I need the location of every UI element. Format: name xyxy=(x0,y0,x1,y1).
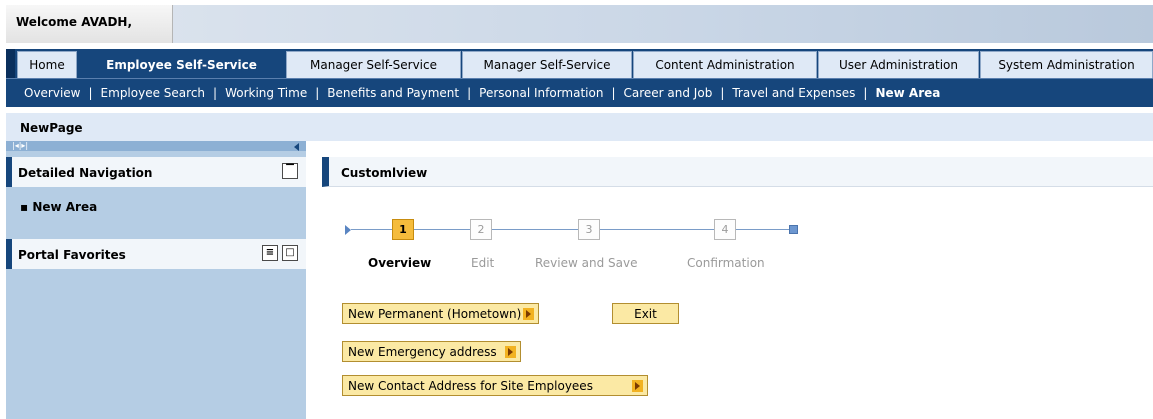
new-emergency-address-button[interactable]: New Emergency address xyxy=(342,341,521,362)
subnav-separator: | xyxy=(315,86,320,100)
tab-user-administration[interactable]: User Administration xyxy=(818,51,979,78)
subnav-personal-information[interactable]: Personal Information xyxy=(479,86,603,100)
subnav-working-time[interactable]: Working Time xyxy=(225,86,307,100)
subnav-overview[interactable]: Overview xyxy=(24,86,81,100)
roadmap-step-3[interactable]: 3 xyxy=(578,219,600,240)
tab-system-administration[interactable]: System Administration xyxy=(980,51,1153,78)
subnav-separator: | xyxy=(720,86,725,100)
exit-button[interactable]: Exit xyxy=(612,303,679,324)
subnav-employee-search[interactable]: Employee Search xyxy=(101,86,205,100)
top-level-navigation: Home Employee Self-Service Manager Self-… xyxy=(6,49,1153,78)
roadmap-step-1[interactable]: 1 xyxy=(392,219,414,240)
arrow-right-icon xyxy=(505,346,516,358)
arrow-right-icon xyxy=(523,308,534,320)
subnav-separator: | xyxy=(88,86,93,100)
roadmap-end-icon xyxy=(789,225,798,234)
subnav-benefits-and-payment[interactable]: Benefits and Payment xyxy=(327,86,459,100)
welcome-message: Welcome AVADH, xyxy=(6,5,173,43)
collapse-panel-icon[interactable] xyxy=(294,143,299,151)
subnav-separator: | xyxy=(213,86,218,100)
tab-employee-self-service[interactable]: Employee Self-Service xyxy=(78,51,285,78)
portal-favorites-header: Portal Favorites ≡ □ xyxy=(6,239,306,269)
panel-pager[interactable]: |◂|▸| xyxy=(6,141,306,151)
options-menu-icon[interactable]: ≡ xyxy=(262,245,278,261)
subnav-travel-and-expenses[interactable]: Travel and Expenses xyxy=(732,86,855,100)
content-area-header: Customlview xyxy=(322,157,1153,187)
roadmap-label-edit[interactable]: Edit xyxy=(471,256,494,270)
subnav-separator: | xyxy=(611,86,616,100)
minimize-icon[interactable]: ▔ xyxy=(282,163,298,179)
page-title: NewPage xyxy=(6,113,1153,141)
detailed-navigation-item: ▪ New Area xyxy=(6,188,306,232)
subnav-separator: | xyxy=(863,86,868,100)
detailed-navigation-title: Detailed Navigation xyxy=(18,166,153,180)
roadmap-start-icon xyxy=(345,225,351,235)
roadmap-step-4[interactable]: 4 xyxy=(714,219,736,240)
tab-content-administration[interactable]: Content Administration xyxy=(633,51,817,78)
detailed-navigation-header: Detailed Navigation ▔ xyxy=(6,157,306,187)
arrow-right-icon xyxy=(632,380,643,392)
tab-manager-self-service-2[interactable]: Manager Self-Service xyxy=(462,51,632,78)
roadmap-label-overview[interactable]: Overview xyxy=(368,256,431,270)
new-contact-address-button[interactable]: New Contact Address for Site Employees xyxy=(342,375,648,396)
welcome-bar: Welcome AVADH, xyxy=(6,5,1153,43)
tab-home[interactable]: Home xyxy=(17,51,77,78)
subnav-separator: | xyxy=(467,86,472,100)
nav-item-new-area[interactable]: ▪ New Area xyxy=(20,200,97,214)
portal-favorites-title: Portal Favorites xyxy=(18,248,126,262)
roadmap-label-review-and-save[interactable]: Review and Save xyxy=(535,256,637,270)
second-level-navigation: Overview | Employee Search | Working Tim… xyxy=(6,78,1153,107)
roadmap-step-2[interactable]: 2 xyxy=(470,219,492,240)
roadmap-label-confirmation[interactable]: Confirmation xyxy=(687,256,765,270)
view-title: Customlview xyxy=(341,166,428,180)
maximize-icon[interactable]: □ xyxy=(282,245,298,261)
subnav-new-area[interactable]: New Area xyxy=(875,86,940,100)
subnav-career-and-job[interactable]: Career and Job xyxy=(624,86,713,100)
new-permanent-address-button[interactable]: New Permanent (Hometown) xyxy=(342,303,539,324)
tab-manager-self-service[interactable]: Manager Self-Service xyxy=(286,51,461,78)
